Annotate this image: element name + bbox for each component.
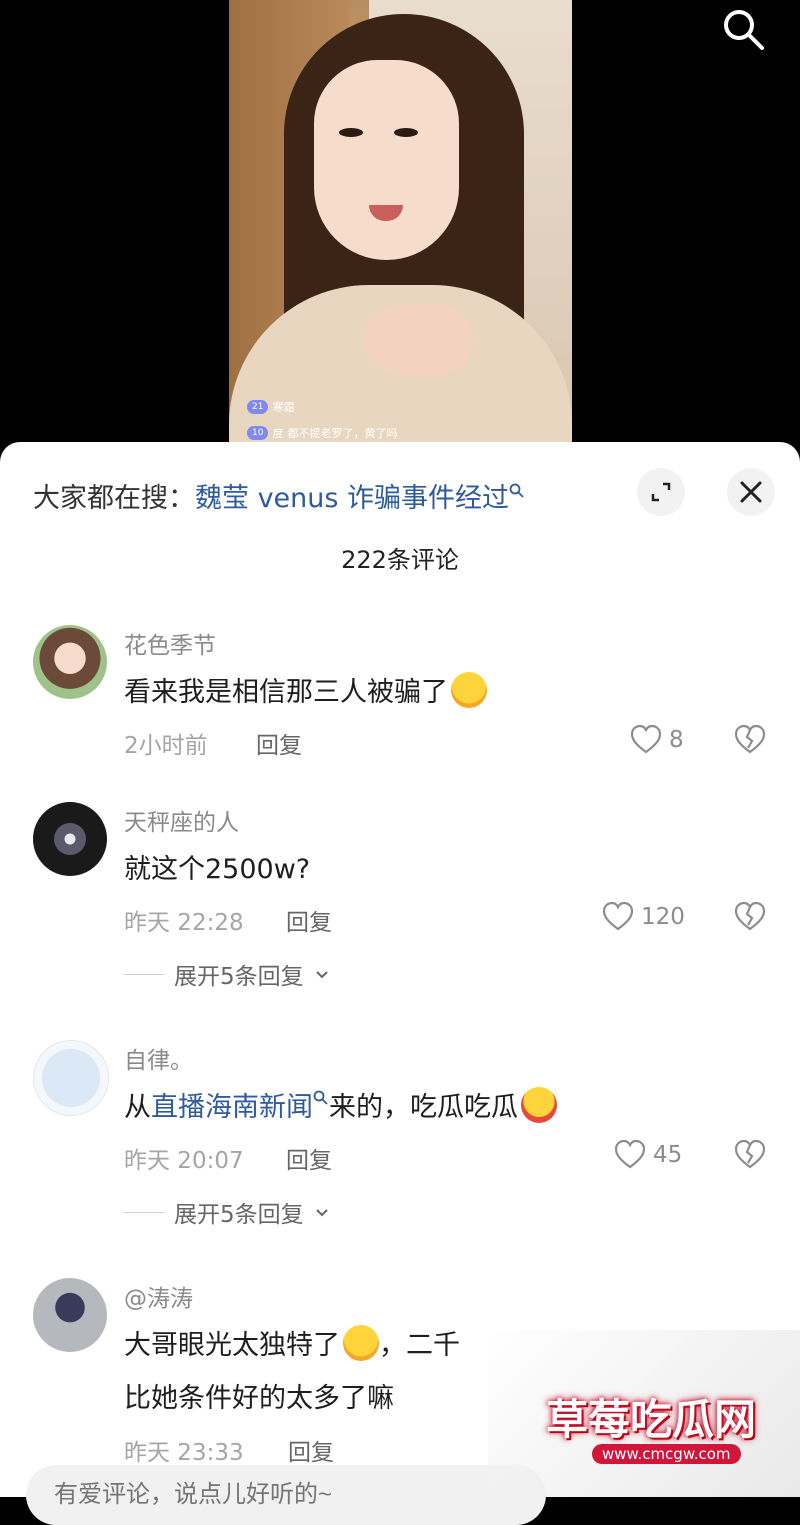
live-chat-line: 10 度 都不提老罗了，黄了吗 <box>247 424 397 442</box>
comment-text: 就这个2500w? <box>124 854 311 885</box>
like-count: 45 <box>653 1142 683 1168</box>
heart-eyes-emoji-icon <box>521 1087 557 1123</box>
heart-icon <box>630 724 662 754</box>
expand-replies-label: 展开5条回复 <box>174 964 304 990</box>
reply-button[interactable]: 回复 <box>286 1141 332 1175</box>
divider <box>124 973 164 975</box>
like-count: 8 <box>669 727 684 753</box>
chevron-down-icon <box>315 971 328 979</box>
hot-search-bar[interactable]: 大家都在搜：魏莹 venus 诈骗事件经过 <box>33 476 525 515</box>
like-count: 120 <box>641 904 685 930</box>
like-button[interactable]: 8 <box>629 723 684 757</box>
search-icon <box>313 1090 328 1105</box>
comment-text-suffix: 来的，吃瓜吃瓜 <box>329 1092 518 1123</box>
expand-replies-label: 展开5条回复 <box>174 1202 304 1228</box>
avatar[interactable] <box>33 1040 109 1116</box>
close-button[interactable] <box>727 468 775 516</box>
comment-username[interactable]: @涛涛 <box>124 1279 193 1313</box>
comment-text-tail: ，二千 <box>379 1330 460 1361</box>
heart-icon <box>614 1139 646 1169</box>
dislike-button[interactable] <box>733 723 767 757</box>
expand-icon <box>651 482 671 502</box>
comment-input[interactable] <box>26 1465 546 1525</box>
live-chat-user: 寒霜 <box>272 401 295 414</box>
broken-heart-icon <box>734 901 766 931</box>
comment-text: 从直播海南新闻 来的，吃瓜吃瓜 <box>124 1085 557 1124</box>
divider <box>124 1211 164 1213</box>
comment-time: 昨天 20:07 <box>124 1148 244 1174</box>
comment-time: 昨天 23:33 <box>124 1440 244 1466</box>
comment-text-line2: 比她条件好的太多了嘛 <box>124 1383 394 1414</box>
streamer-hand <box>364 305 474 375</box>
expand-button[interactable] <box>637 468 685 516</box>
live-chat-user: 度 <box>272 427 284 440</box>
hot-search-prefix: 大家都在搜： <box>33 483 195 514</box>
fan-badge: 21 <box>247 400 269 414</box>
comment-time: 2小时前 <box>124 733 208 759</box>
like-button[interactable]: 45 <box>613 1138 682 1172</box>
comment-time: 昨天 22:28 <box>124 910 244 936</box>
streamer-face <box>314 60 459 260</box>
comment-text-body: 看来我是相信那三人被骗了 <box>124 677 448 708</box>
watermark-url: www.cmcgw.com <box>592 1444 741 1464</box>
reply-button[interactable]: 回复 <box>288 1433 334 1467</box>
live-video[interactable]: 21 寒霜 10 度 都不提老罗了，黄了吗 <box>0 0 800 460</box>
laughing-emoji-icon <box>451 672 487 708</box>
avatar[interactable] <box>33 625 107 699</box>
fan-badge: 10 <box>247 426 269 440</box>
watermark-title: 草莓吃瓜网 <box>546 1395 757 1444</box>
search-icon <box>724 10 764 50</box>
search-button[interactable] <box>719 5 767 53</box>
comment-username[interactable]: 自律。 <box>124 1041 193 1075</box>
like-button[interactable]: 120 <box>601 900 685 934</box>
comment-text: 看来我是相信那三人被骗了 <box>124 670 487 709</box>
comment-count: 222条评论 <box>341 546 459 574</box>
dislike-button[interactable] <box>733 900 767 934</box>
live-chat-text: 都不提老罗了，黄了吗 <box>287 427 398 440</box>
streamer-video-frame: 21 寒霜 10 度 都不提老罗了，黄了吗 <box>229 0 572 445</box>
close-icon <box>740 481 762 503</box>
reply-button[interactable]: 回复 <box>286 903 332 937</box>
comment-text-body: 大哥眼光太独特了 <box>124 1330 340 1361</box>
expand-replies-button[interactable]: 展开5条回复 <box>124 1195 330 1229</box>
laughing-emoji-icon <box>343 1325 379 1361</box>
expand-replies-button[interactable]: 展开5条回复 <box>124 957 330 991</box>
comment-username[interactable]: 天秤座的人 <box>124 803 239 837</box>
streamer-eye <box>339 128 363 137</box>
avatar[interactable] <box>33 1278 107 1352</box>
chevron-down-icon <box>315 1209 328 1217</box>
comment-username[interactable]: 花色季节 <box>124 626 216 660</box>
search-icon <box>509 483 524 498</box>
heart-icon <box>602 901 634 931</box>
live-chat-line: 21 寒霜 <box>247 398 294 416</box>
dislike-button[interactable] <box>733 1138 767 1172</box>
comment-text: 大哥眼光太独特了 ，二千 <box>124 1323 460 1362</box>
watermark: 草莓吃瓜网 www.cmcgw.com <box>488 1330 800 1497</box>
hot-search-keyword[interactable]: 魏莹 venus 诈骗事件经过 <box>195 483 509 514</box>
avatar[interactable] <box>33 802 107 876</box>
broken-heart-icon <box>734 724 766 754</box>
streamer-eye <box>394 128 418 137</box>
comment-text-prefix: 从 <box>124 1092 151 1123</box>
reply-button[interactable]: 回复 <box>256 726 302 760</box>
broken-heart-icon <box>734 1139 766 1169</box>
hashtag-link[interactable]: 直播海南新闻 <box>151 1092 313 1123</box>
